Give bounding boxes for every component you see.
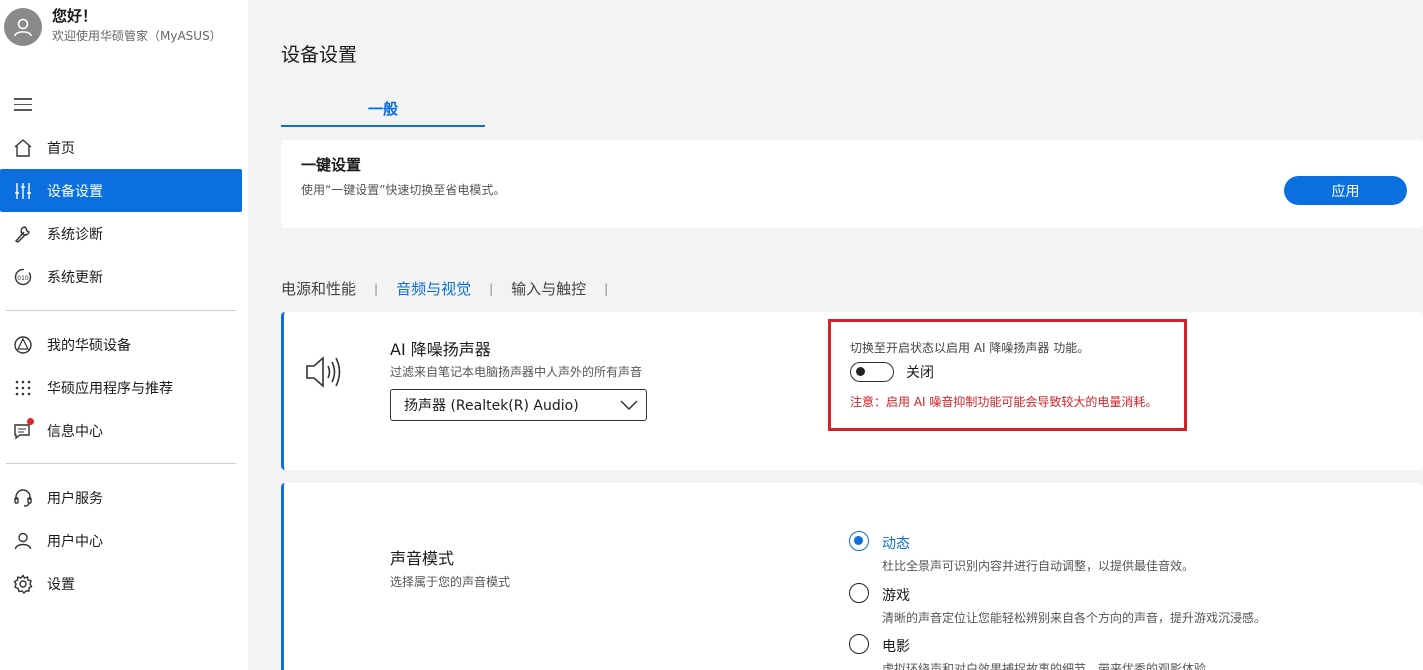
sidebar-item-label: 设备设置 — [47, 183, 103, 200]
sidebar-item-label: 首页 — [47, 140, 75, 157]
sidebar-divider — [6, 310, 236, 311]
sidebar-item-home[interactable]: 首页 — [0, 126, 242, 169]
headset-icon — [12, 487, 34, 509]
tab-separator: | — [489, 281, 494, 296]
tab-power-performance[interactable]: 电源和性能 — [281, 278, 356, 299]
tab-audio-visual[interactable]: 音频与视觉 — [396, 278, 471, 299]
apps-grid-icon — [12, 377, 34, 399]
tab-input-touch[interactable]: 输入与触控 — [511, 278, 586, 299]
asus-devices-icon — [12, 334, 34, 356]
option-game-label[interactable]: 游戏 — [882, 585, 910, 605]
radio-game[interactable] — [849, 583, 869, 603]
sidebar-item-label: 设置 — [47, 576, 75, 593]
sidebar-item-label: 我的华硕设备 — [47, 337, 131, 354]
sidebar-item-diagnostics[interactable]: 系统诊断 — [0, 212, 242, 255]
option-movie-description: 虚拟环绕声和对白效果捕捉故事的细节，带来优秀的观影体验。 — [882, 662, 1219, 670]
tab-underline — [281, 125, 485, 127]
tab-separator: | — [604, 281, 609, 296]
tab-separator: | — [374, 281, 379, 296]
menu-icon[interactable] — [14, 98, 32, 112]
sidebar-item-label: 华硕应用程序与推荐 — [47, 380, 173, 397]
user-icon — [14, 18, 32, 37]
sidebar: 您好！ 欢迎使用华硕管家（MyASUS） 首页 设备设置 系统诊断 010 系统… — [0, 0, 248, 670]
one-key-description: 使用“一键设置”快速切换至省电模式。 — [301, 183, 506, 197]
sidebar-item-label: 用户服务 — [47, 490, 103, 507]
svg-text:010: 010 — [17, 275, 29, 282]
sidebar-item-user-center[interactable]: 用户中心 — [0, 519, 242, 562]
speaker-device-select[interactable]: 扬声器 (Realtek(R) Audio) — [390, 389, 647, 421]
profile[interactable]: 您好！ 欢迎使用华硕管家（MyASUS） — [4, 6, 222, 46]
page-title: 设备设置 — [281, 44, 358, 66]
sound-mode-title: 声音模式 — [390, 549, 455, 568]
ai-speaker-description: 过滤来自笔记本电脑扬声器中人声外的所有声音 — [390, 365, 643, 379]
toggle-knob — [856, 367, 865, 376]
option-game-description: 清晰的声音定位让您能轻松辨别来自各个方向的声音，提升游戏沉浸感。 — [882, 611, 1267, 625]
home-icon — [12, 137, 34, 159]
sidebar-item-apps[interactable]: 华硕应用程序与推荐 — [0, 366, 242, 409]
sliders-icon — [12, 180, 34, 202]
sidebar-divider — [6, 463, 236, 464]
welcome-text: 欢迎使用华硕管家（MyASUS） — [52, 29, 222, 43]
speaker-device-value: 扬声器 (Realtek(R) Audio) — [404, 398, 579, 414]
sidebar-item-label: 信息中心 — [47, 423, 103, 440]
chevron-down-icon — [620, 398, 638, 416]
gear-icon — [12, 573, 34, 595]
avatar[interactable] — [4, 8, 42, 46]
ai-speaker-toggle[interactable] — [850, 362, 894, 382]
radio-dynamic[interactable] — [849, 531, 869, 551]
sidebar-item-my-devices[interactable]: 我的华硕设备 — [0, 323, 242, 366]
ai-speaker-hint: 切换至开启状态以启用 AI 降噪扬声器 功能。 — [850, 341, 1090, 355]
sidebar-item-customer-service[interactable]: 用户服务 — [0, 476, 242, 519]
sidebar-item-messages[interactable]: 信息中心 — [0, 409, 242, 452]
sidebar-item-device-settings[interactable]: 设备设置 — [0, 169, 242, 212]
person-icon — [12, 530, 34, 552]
radio-movie[interactable] — [849, 634, 869, 654]
one-key-title: 一键设置 — [301, 156, 362, 174]
sidebar-item-update[interactable]: 010 系统更新 — [0, 255, 242, 298]
sidebar-item-label: 系统更新 — [47, 269, 103, 286]
sub-tabs: 电源和性能 | 音频与视觉 | 输入与触控 | — [281, 278, 626, 299]
option-dynamic-label[interactable]: 动态 — [882, 533, 910, 553]
tab-general[interactable]: 一般 — [281, 98, 485, 119]
sidebar-item-label: 用户中心 — [47, 533, 103, 550]
sound-mode-description: 选择属于您的声音模式 — [390, 575, 511, 589]
sidebar-item-settings[interactable]: 设置 — [0, 562, 242, 605]
toggle-state-label: 关闭 — [906, 365, 934, 381]
sidebar-item-label: 系统诊断 — [47, 226, 103, 243]
one-key-settings-card: 一键设置 使用“一键设置”快速切换至省电模式。 应用 — [281, 140, 1423, 228]
speaker-icon — [304, 354, 344, 394]
greeting: 您好！ — [52, 7, 98, 25]
power-warning: 注意：启用 AI 噪音抑制功能可能会导致较大的电量消耗。 — [850, 395, 1158, 409]
message-icon — [12, 417, 34, 442]
ai-speaker-title: AI 降噪扬声器 — [390, 340, 491, 359]
notification-dot — [27, 417, 34, 425]
option-movie-label[interactable]: 电影 — [882, 636, 910, 656]
option-dynamic-description: 杜比全景声可识别内容并进行自动调整，以提供最佳音效。 — [882, 559, 1195, 573]
wrench-icon — [12, 223, 34, 245]
update-icon: 010 — [12, 266, 34, 288]
apply-button[interactable]: 应用 — [1284, 176, 1407, 205]
